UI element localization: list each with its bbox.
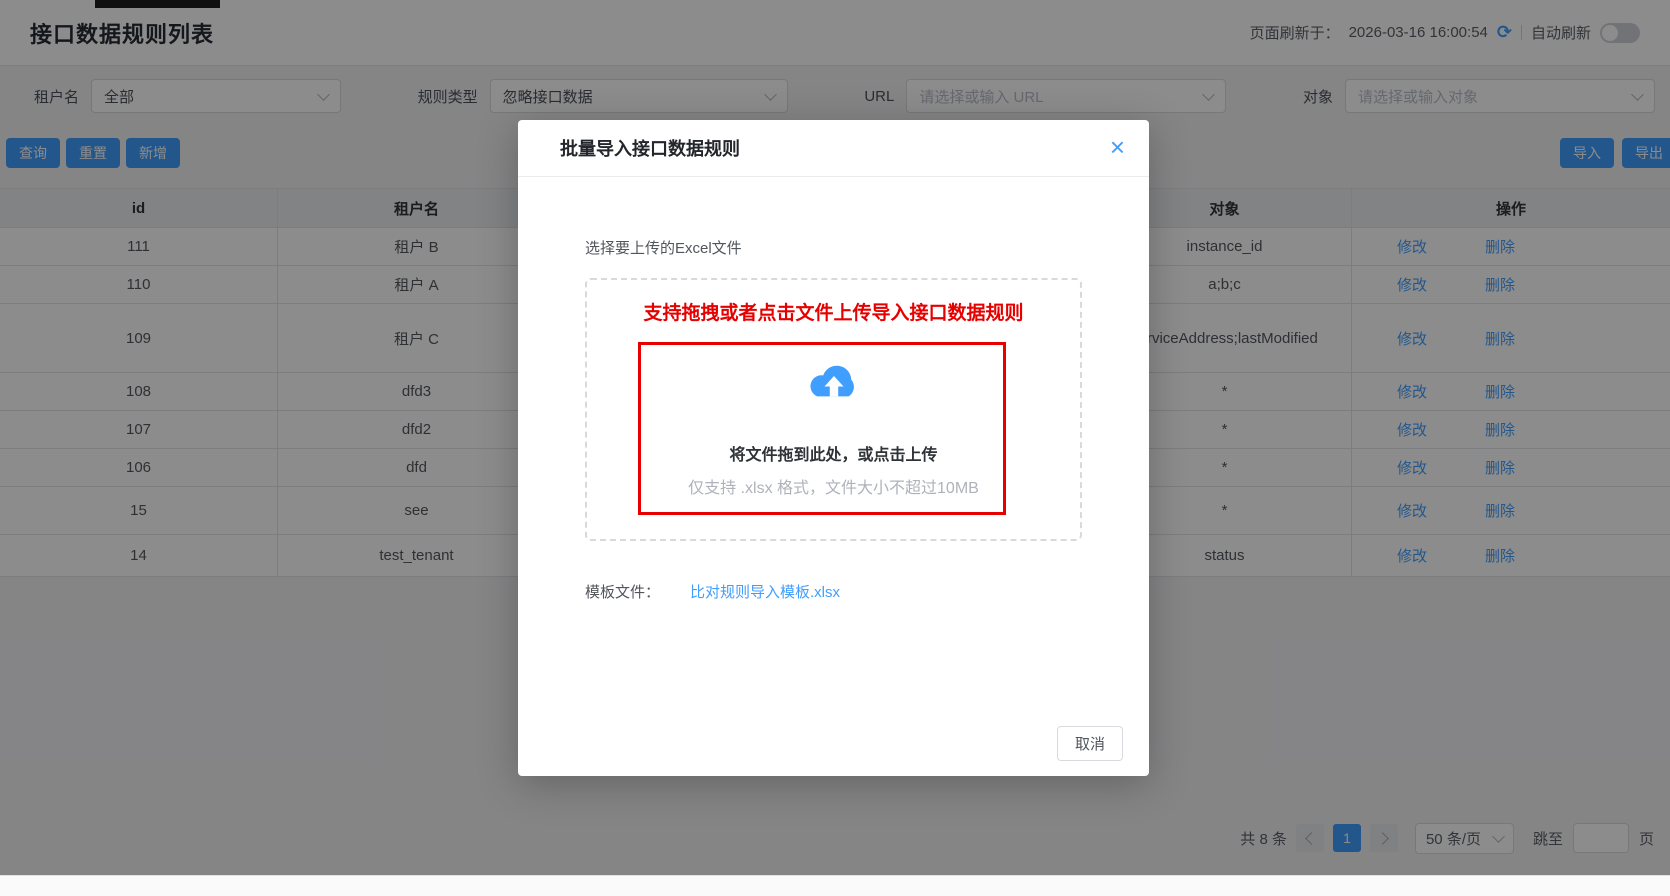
dialog-title: 批量导入接口数据规则: [560, 135, 740, 161]
dialog-body: 选择要上传的Excel文件 支持拖拽或者点击文件上传导入接口数据规则 将文件拖到…: [518, 177, 1149, 602]
upload-dropzone[interactable]: 支持拖拽或者点击文件上传导入接口数据规则 将文件拖到此处，或点击上传 仅支持 .…: [585, 278, 1082, 541]
dropzone-main-text: 将文件拖到此处，或点击上传: [729, 441, 937, 465]
cloud-upload-icon: [806, 363, 862, 405]
template-file-label: 模板文件：: [585, 581, 660, 602]
annotation-note: 支持拖拽或者点击文件上传导入接口数据规则: [643, 298, 1023, 325]
bottom-edge-strip: [0, 875, 1670, 896]
top-black-strip: [95, 0, 220, 8]
page-root: 接口数据规则列表 页面刷新于： 2026-03-16 16:00:54 ⟳ 自动…: [0, 0, 1670, 896]
cancel-button[interactable]: 取消: [1057, 726, 1123, 761]
batch-import-dialog: 批量导入接口数据规则 × 选择要上传的Excel文件 支持拖拽或者点击文件上传导…: [518, 120, 1149, 776]
upload-section-label: 选择要上传的Excel文件: [585, 237, 1082, 258]
template-file-link[interactable]: 比对规则导入模板.xlsx: [690, 581, 840, 602]
template-file-row: 模板文件： 比对规则导入模板.xlsx: [585, 581, 1082, 602]
close-icon[interactable]: ×: [1110, 134, 1125, 160]
dialog-header: 批量导入接口数据规则: [518, 120, 1149, 177]
dropzone-hint-text: 仅支持 .xlsx 格式，文件大小不超过10MB: [688, 474, 979, 498]
